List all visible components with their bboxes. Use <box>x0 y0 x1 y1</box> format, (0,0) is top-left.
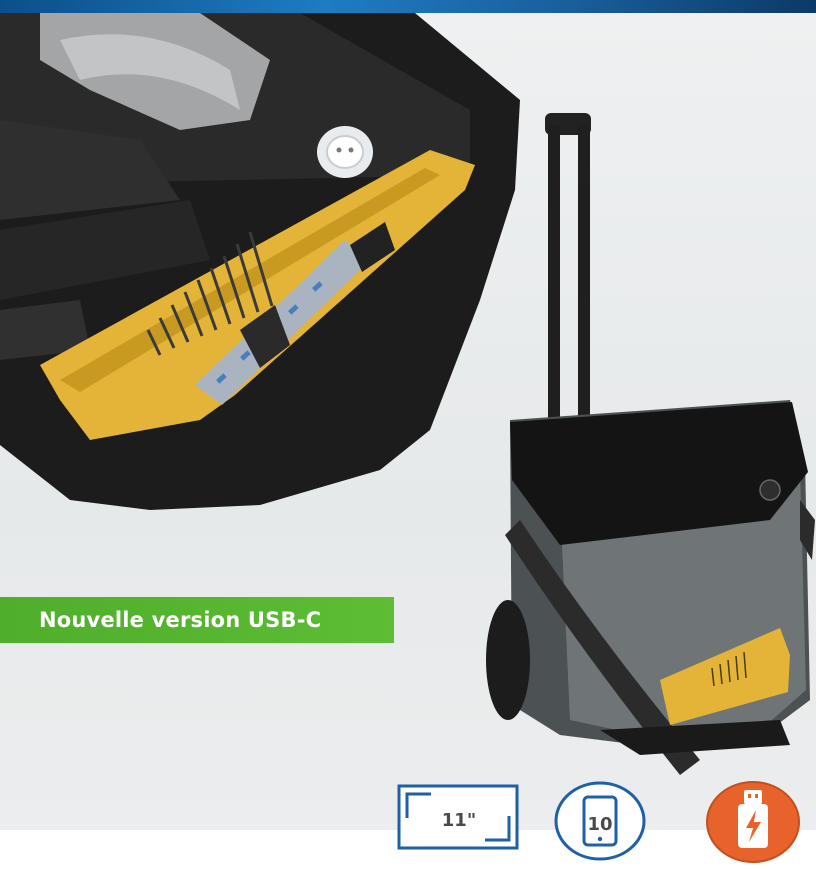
product-photo-area <box>0 13 816 830</box>
tablet-capacity-icon: 10 <box>554 781 646 861</box>
product-photo <box>0 13 815 775</box>
tablet-count-label: 10 <box>587 814 613 835</box>
new-version-banner: Nouvelle version USB-C <box>0 597 394 643</box>
open-case-interior <box>0 13 520 510</box>
usb-charging-icon <box>704 780 802 864</box>
banner-label: Nouvelle version USB-C <box>39 608 322 632</box>
top-accent-bar <box>0 0 816 13</box>
screen-size-label: 11" <box>441 810 477 831</box>
screen-size-icon: 11" <box>397 782 521 852</box>
trolley-case <box>486 113 815 775</box>
